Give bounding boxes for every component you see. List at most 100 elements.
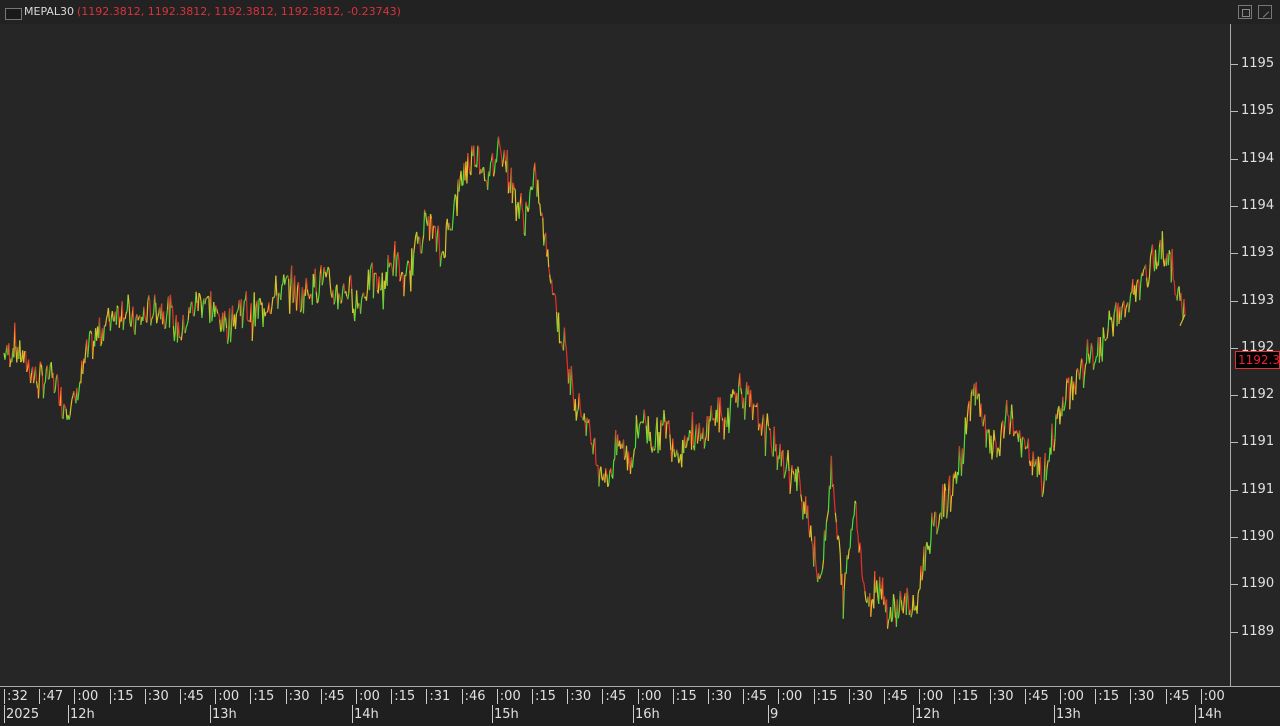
price-segment: [783, 450, 784, 478]
price-segment: [181, 332, 182, 340]
price-segment: [724, 417, 725, 439]
price-segment: [1138, 279, 1139, 280]
price-segment: [770, 430, 771, 445]
price-segment: [445, 226, 446, 257]
price-segment: [432, 225, 433, 238]
price-segment: [1041, 478, 1042, 497]
day-label: 13h: [1056, 707, 1081, 722]
detach-icon[interactable]: [1258, 5, 1272, 19]
price-segment: [45, 369, 46, 382]
price-segment: [288, 275, 289, 279]
y-tick: [1231, 348, 1238, 349]
price-segment: [1012, 405, 1013, 419]
x-tick: [919, 689, 920, 704]
price-segment: [462, 185, 463, 186]
price-segment: [484, 167, 485, 181]
price-segment: [116, 306, 117, 325]
price-segment: [63, 404, 64, 419]
x-tick: [532, 689, 533, 704]
price-segment: [523, 212, 524, 232]
last-price-tag: 1192.3: [1235, 351, 1280, 369]
price-segment: [74, 391, 75, 398]
price-segment: [499, 144, 500, 149]
price-segment: [292, 266, 293, 303]
x-tick-label: :32: [7, 689, 28, 704]
price-segment: [72, 396, 73, 399]
price-segment: [299, 282, 300, 295]
price-chart[interactable]: [0, 24, 1230, 686]
y-tick-label: 1193: [1241, 245, 1274, 260]
price-segment: [1172, 249, 1173, 280]
price-segment: [1177, 289, 1178, 301]
price-segment: [565, 342, 566, 350]
y-tick: [1231, 537, 1238, 538]
day-label: 13h: [212, 707, 237, 722]
price-segment: [769, 429, 770, 431]
price-segment: [593, 440, 594, 455]
x-tick-label: :30: [993, 689, 1014, 704]
x-tick-label: :15: [1098, 689, 1119, 704]
price-segment: [1017, 430, 1018, 433]
price-segment: [145, 316, 146, 321]
day-label: 12h: [70, 707, 95, 722]
price-segment: [614, 459, 615, 461]
day-label: 15h: [494, 707, 519, 722]
price-segment: [414, 245, 415, 254]
price-segment: [391, 263, 392, 268]
price-segment: [852, 518, 853, 530]
x-tick: [778, 689, 779, 704]
maximize-icon[interactable]: [1238, 5, 1252, 19]
price-segment: [255, 307, 256, 326]
x-tick-label: :15: [253, 689, 274, 704]
price-segment: [217, 309, 218, 313]
price-segment: [548, 249, 549, 267]
price-segment: [278, 293, 279, 309]
price-segment: [1081, 358, 1082, 368]
price-segment: [922, 571, 923, 581]
price-segment: [1052, 424, 1053, 445]
price-segment: [559, 313, 560, 343]
price-segment: [1141, 273, 1142, 284]
price-segment: [891, 607, 892, 622]
price-segment: [399, 261, 400, 281]
x-tick-label: :00: [1063, 689, 1084, 704]
price-segment: [355, 308, 356, 321]
price-segment: [285, 279, 286, 284]
x-tick-label: :00: [218, 689, 239, 704]
price-segment: [693, 412, 694, 446]
price-segment: [857, 528, 858, 535]
price-segment: [1010, 422, 1011, 435]
price-segment: [595, 438, 596, 465]
x-tick: [250, 689, 251, 704]
price-segment: [854, 501, 855, 516]
price-segment: [57, 374, 58, 383]
x-tick-label: :00: [359, 689, 380, 704]
price-segment: [15, 323, 16, 347]
price-segment: [983, 418, 984, 426]
price-segment: [493, 153, 494, 176]
price-segment: [393, 258, 394, 276]
price-segment: [930, 541, 931, 554]
price-segment: [359, 303, 360, 304]
x-tick: [708, 689, 709, 704]
price-segment: [300, 295, 301, 312]
price-segment: [55, 378, 56, 390]
price-segment: [1001, 423, 1002, 436]
price-segment: [333, 290, 334, 304]
x-tick-label: :30: [1133, 689, 1154, 704]
x-tick: [4, 689, 5, 704]
price-segment: [828, 486, 829, 511]
price-segment: [1113, 314, 1114, 336]
price-segment: [105, 319, 106, 326]
price-segment: [674, 449, 675, 457]
price-segment: [1122, 303, 1123, 308]
price-segment: [106, 315, 107, 319]
price-segment: [777, 456, 778, 470]
price-segment: [409, 263, 410, 271]
x-tick: [497, 689, 498, 704]
price-segment: [705, 436, 706, 440]
price-segment: [48, 378, 49, 379]
price-segment: [590, 430, 591, 444]
price-segment: [65, 406, 66, 408]
price-segment: [564, 328, 565, 343]
